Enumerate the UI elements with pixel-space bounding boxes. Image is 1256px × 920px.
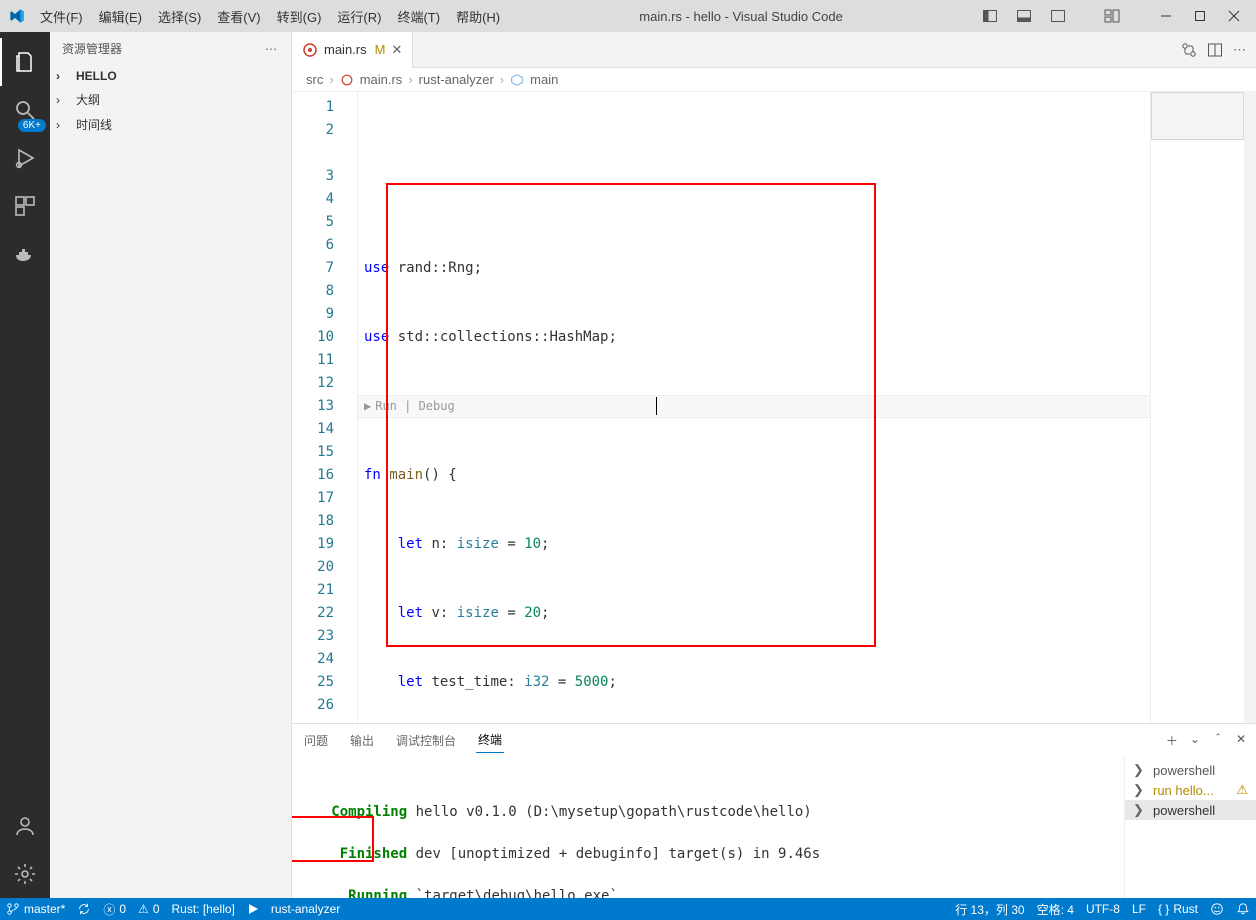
status-bar: master* ⓧ 0 ⚠ 0 Rust: [hello] rust-analy… <box>0 898 1256 920</box>
split-editor-icon[interactable] <box>1207 42 1223 58</box>
menu-select[interactable]: 选择(S) <box>152 3 207 30</box>
panel-tab-terminal[interactable]: 终端 <box>476 727 504 753</box>
sidebar-explorer: 资源管理器 ⋯ › HELLO › 大纲 › 时间线 <box>50 32 292 898</box>
menu-bar: 文件(F) 编辑(E) 选择(S) 查看(V) 转到(G) 运行(R) 终端(T… <box>34 3 506 30</box>
new-terminal-icon[interactable]: ＋ <box>1166 732 1178 749</box>
status-bell-icon[interactable] <box>1230 898 1256 920</box>
status-encoding[interactable]: UTF-8 <box>1080 898 1126 920</box>
close-icon[interactable]: ✕ <box>1236 732 1246 749</box>
menu-goto[interactable]: 转到(G) <box>271 3 328 30</box>
status-eol[interactable]: LF <box>1126 898 1152 920</box>
chevron-right-icon: › <box>56 93 70 107</box>
line-number-gutter[interactable]: 12 34567 89101112 13141516 1718192021 22… <box>292 92 344 723</box>
status-cursor-pos[interactable]: 行 13，列 30 <box>949 898 1030 920</box>
menu-edit[interactable]: 编辑(E) <box>93 3 148 30</box>
rust-file-icon <box>302 42 318 58</box>
status-warnings[interactable]: ⚠ 0 <box>132 898 165 920</box>
maximize-icon[interactable] <box>1186 2 1214 30</box>
menu-view[interactable]: 查看(V) <box>211 3 266 30</box>
code-editor[interactable]: use rand::Rng; use std::collections::Has… <box>358 92 1150 723</box>
sidebar-more-icon[interactable]: ⋯ <box>265 42 279 56</box>
terminal-session[interactable]: ❯powershell <box>1125 800 1256 820</box>
layout-panel-bottom-icon[interactable] <box>1010 2 1038 30</box>
layout-panel-right-icon[interactable] <box>1044 2 1072 30</box>
breadcrumb-file[interactable]: main.rs <box>360 72 403 87</box>
minimap[interactable] <box>1150 92 1244 723</box>
bottom-panel: 问题 输出 调试控制台 终端 ＋ ⌄ ＾ ✕ Compiling hello v… <box>292 723 1256 898</box>
menu-file[interactable]: 文件(F) <box>34 3 89 30</box>
breadcrumb-symbol[interactable]: main <box>530 72 558 87</box>
terminal-sessions: ❯powershell ❯run hello...⚠ ❯powershell <box>1124 756 1256 898</box>
sidebar-outline[interactable]: › 大纲 <box>50 87 291 112</box>
status-branch[interactable]: master* <box>0 898 71 920</box>
window-title: main.rs - hello - Visual Studio Code <box>506 9 976 24</box>
menu-run[interactable]: 运行(R) <box>331 3 387 30</box>
terminal-session[interactable]: ❯run hello...⚠ <box>1125 780 1256 800</box>
compare-changes-icon[interactable] <box>1181 42 1197 58</box>
maximize-panel-icon[interactable]: ＾ <box>1212 732 1224 749</box>
tabs-row: main.rs M ✕ ⋯ <box>292 32 1256 68</box>
more-icon[interactable]: ⋯ <box>1233 42 1248 58</box>
close-icon[interactable] <box>1220 2 1248 30</box>
text-cursor <box>656 397 657 415</box>
status-sync[interactable] <box>71 898 97 920</box>
layout-panel-left-icon[interactable] <box>976 2 1004 30</box>
menu-help[interactable]: 帮助(H) <box>450 3 506 30</box>
chevron-right-icon: › <box>56 118 70 132</box>
customize-layout-icon[interactable] <box>1098 2 1126 30</box>
editor-area: main.rs M ✕ ⋯ src › main.rs › rust-analy… <box>292 32 1256 898</box>
status-rust-crate[interactable]: Rust: [hello] <box>166 898 241 920</box>
overview-ruler[interactable] <box>1244 92 1256 723</box>
code-lens[interactable]: ▶Run | Debug <box>364 395 1150 418</box>
vscode-logo-icon <box>8 7 26 25</box>
status-run-icon[interactable] <box>241 898 265 920</box>
breadcrumbs[interactable]: src › main.rs › rust-analyzer › main <box>292 68 1256 92</box>
chevron-right-icon: › <box>56 69 70 83</box>
minimize-icon[interactable] <box>1152 2 1180 30</box>
panel-tab-output[interactable]: 输出 <box>348 728 376 753</box>
activity-extensions-icon[interactable] <box>0 182 50 230</box>
panel-tab-debug[interactable]: 调试控制台 <box>394 728 458 753</box>
tab-modified-marker: M <box>375 42 386 57</box>
sidebar-root-folder[interactable]: › HELLO <box>50 65 291 87</box>
rust-file-icon <box>340 73 354 87</box>
status-lsp[interactable]: rust-analyzer <box>265 898 346 920</box>
title-bar: 文件(F) 编辑(E) 选择(S) 查看(V) 转到(G) 运行(R) 终端(T… <box>0 0 1256 32</box>
sidebar-title: 资源管理器 <box>62 40 122 57</box>
sidebar-timeline[interactable]: › 时间线 <box>50 112 291 137</box>
terminal-session[interactable]: ❯powershell <box>1125 760 1256 780</box>
status-feedback-icon[interactable] <box>1204 898 1230 920</box>
activity-bar: 6K+ <box>0 32 50 898</box>
activity-run-icon[interactable] <box>0 134 50 182</box>
terminal[interactable]: Compiling hello v0.1.0 (D:\mysetup\gopat… <box>292 756 1124 898</box>
activity-accounts-icon[interactable] <box>0 802 50 850</box>
menu-terminal[interactable]: 终端(T) <box>391 3 446 30</box>
close-icon[interactable]: ✕ <box>391 42 402 58</box>
status-language[interactable]: { } Rust <box>1152 898 1204 920</box>
status-errors[interactable]: ⓧ 0 <box>97 898 132 920</box>
tab-main-rs[interactable]: main.rs M ✕ <box>292 32 413 68</box>
chevron-down-icon[interactable]: ⌄ <box>1190 732 1200 749</box>
status-spaces[interactable]: 空格: 4 <box>1031 898 1080 920</box>
breadcrumb-src[interactable]: src <box>306 72 323 87</box>
symbol-struct-icon <box>510 73 524 87</box>
tab-filename: main.rs <box>324 42 367 57</box>
activity-settings-icon[interactable] <box>0 850 50 898</box>
search-badge: 6K+ <box>18 119 46 132</box>
activity-explorer-icon[interactable] <box>0 38 50 86</box>
activity-docker-icon[interactable] <box>0 230 50 278</box>
panel-tab-problems[interactable]: 问题 <box>302 728 330 753</box>
breadcrumb-module[interactable]: rust-analyzer <box>419 72 494 87</box>
activity-search-icon[interactable]: 6K+ <box>0 86 50 134</box>
